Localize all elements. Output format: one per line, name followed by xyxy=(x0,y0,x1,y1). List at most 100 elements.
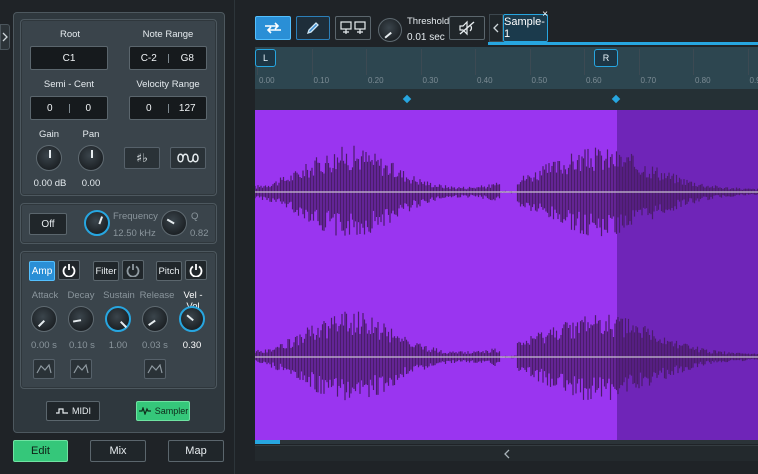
root-label: Root xyxy=(59,29,81,40)
q-knob[interactable] xyxy=(161,210,187,236)
pencil-icon xyxy=(306,22,319,35)
midi-button[interactable]: MIDI xyxy=(46,401,100,421)
tabs-scroll-left[interactable] xyxy=(489,14,503,42)
scroll-track-bar[interactable] xyxy=(255,445,758,461)
slice-icon xyxy=(340,21,366,34)
q-value: 0.82 xyxy=(190,228,209,239)
ruler-tick xyxy=(311,49,313,75)
attack-label: Attack xyxy=(31,290,59,301)
vel-vol-knob[interactable] xyxy=(179,306,205,332)
pan-label: Pan xyxy=(82,129,100,140)
ruler-label: 0.50 xyxy=(531,76,548,85)
pitch-power-button[interactable] xyxy=(185,260,207,280)
ruler-label: 0.70 xyxy=(640,76,657,85)
sustain-value: 1.00 xyxy=(108,340,128,351)
map-tab[interactable]: Map xyxy=(168,440,224,462)
waveform-channel-right xyxy=(255,311,758,401)
time-ruler[interactable] xyxy=(255,47,758,89)
slice-marker-strip[interactable] xyxy=(255,89,758,110)
scroll-thumb[interactable] xyxy=(255,440,280,444)
release-curve-button[interactable] xyxy=(144,359,166,379)
gain-knob[interactable] xyxy=(36,145,62,171)
tab-underline xyxy=(488,42,758,45)
midi-label: MIDI xyxy=(72,406,91,416)
close-tab-icon[interactable]: × xyxy=(540,10,550,20)
loop-start-marker[interactable]: L xyxy=(255,49,276,67)
semi-cent-field[interactable]: 0 0 xyxy=(30,96,108,120)
power-icon xyxy=(62,264,76,277)
root-value: C1 xyxy=(62,52,76,64)
decay-curve-button[interactable] xyxy=(70,359,92,379)
sharp-flat-icon: ♯♭ xyxy=(136,151,148,165)
velocity-low: 0 xyxy=(145,102,152,114)
velocity-high: 127 xyxy=(178,102,196,114)
ruler-label: 0.40 xyxy=(477,76,493,85)
sampler-label: Sampler xyxy=(154,406,189,416)
release-label: Release xyxy=(139,290,175,301)
waveform-icon xyxy=(138,407,151,415)
threshold-knob[interactable] xyxy=(378,18,402,42)
note-range-label: Note Range xyxy=(142,29,194,40)
note-range-field[interactable]: C-2 G8 xyxy=(129,46,207,70)
threshold-value: 0.01 sec xyxy=(407,32,445,43)
draw-tool-button[interactable] xyxy=(296,16,330,40)
filter-off-button[interactable]: Off xyxy=(29,213,67,235)
ruler-label: 0.90 xyxy=(749,76,758,85)
power-icon xyxy=(126,264,140,277)
frequency-value: 12.50 kHz xyxy=(113,228,156,239)
attack-knob[interactable] xyxy=(31,306,57,332)
vel-vol-value: 0.30 xyxy=(182,340,202,351)
frequency-knob[interactable] xyxy=(84,210,110,236)
ruler-tick xyxy=(584,49,585,75)
loop-end-marker[interactable]: R xyxy=(594,49,618,67)
loop-arrows-icon xyxy=(265,22,281,34)
note-range-low: C-2 xyxy=(140,52,157,64)
ruler-label: 0.80 xyxy=(695,76,711,85)
sustain-label: Sustain xyxy=(103,290,135,301)
chevron-right-icon xyxy=(2,32,8,42)
curve-icon xyxy=(73,364,89,374)
tuning-button[interactable]: ♯♭ xyxy=(124,147,160,169)
sampler-editor: Root C1 Note Range C-2 G8 Semi - Cent 0 … xyxy=(0,0,758,474)
loop-toggle-button[interactable] xyxy=(255,16,291,40)
slice-tool-button[interactable] xyxy=(335,16,371,40)
pitch-tab[interactable]: Pitch xyxy=(156,261,182,281)
amp-power-button[interactable] xyxy=(58,260,80,280)
waveform-svg xyxy=(255,145,758,401)
edit-tab[interactable]: Edit xyxy=(13,440,68,462)
ruler-tick xyxy=(420,49,422,75)
velocity-range-label: Velocity Range xyxy=(136,79,200,90)
filter-tab[interactable]: Filter xyxy=(93,261,119,281)
loop-mode-button[interactable] xyxy=(170,147,206,169)
mute-button[interactable] xyxy=(449,16,485,40)
root-field[interactable]: C1 xyxy=(30,46,108,70)
attack-value: 0.00 s xyxy=(31,340,57,351)
ruler-tick xyxy=(366,49,367,75)
release-knob[interactable] xyxy=(142,306,168,332)
mix-tab[interactable]: Mix xyxy=(90,440,146,462)
horizontal-scrollbar[interactable] xyxy=(255,440,758,444)
panel-divider xyxy=(234,0,235,474)
ruler-label: 0.10 xyxy=(313,76,330,85)
decay-label: Decay xyxy=(67,290,95,301)
filter-power-button[interactable] xyxy=(122,260,144,280)
collapse-panel-button[interactable] xyxy=(0,24,10,50)
cent-value: 0 xyxy=(85,102,92,114)
pan-value: 0.00 xyxy=(81,178,101,189)
pan-knob[interactable] xyxy=(78,145,104,171)
ruler-tick xyxy=(747,49,749,75)
sustain-knob[interactable] xyxy=(105,306,131,332)
sampler-button[interactable]: Sampler xyxy=(136,401,190,421)
speaker-muted-icon xyxy=(459,20,475,36)
amp-tab[interactable]: Amp xyxy=(29,261,55,281)
ruler-label: 0.60 xyxy=(586,76,602,85)
attack-curve-button[interactable] xyxy=(33,359,55,379)
threshold-label: Threshold xyxy=(407,16,450,27)
ruler-tick xyxy=(693,49,694,75)
decay-knob[interactable] xyxy=(68,306,94,332)
velocity-range-field[interactable]: 0 127 xyxy=(129,96,207,120)
decay-value: 0.10 s xyxy=(69,340,95,351)
curve-icon xyxy=(147,364,163,374)
waveform-area[interactable] xyxy=(255,110,758,440)
release-value: 0.03 s xyxy=(142,340,168,351)
